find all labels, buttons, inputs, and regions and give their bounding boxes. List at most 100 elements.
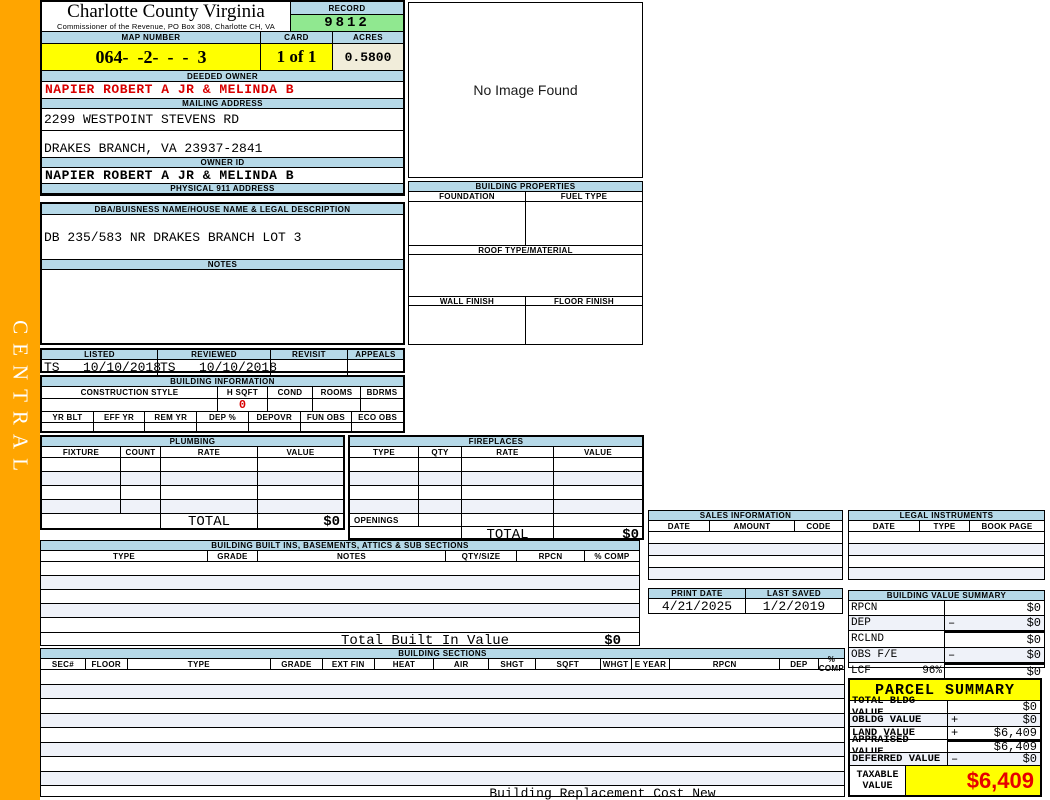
bvs-value: $0 (1026, 616, 1041, 630)
building-sections-row (41, 698, 844, 713)
print-date-label: PRINT DATE (649, 589, 745, 599)
bvs-row-obs: OBS F/E – $0 (849, 648, 1044, 663)
sections-col-extfin: EXT FIN (321, 659, 374, 669)
record-cell: RECORD 9812 (291, 2, 403, 31)
building-properties-panel: BUILDING PROPERTIES FOUNDATION FUEL TYPE… (408, 181, 643, 345)
rooms-value (312, 399, 360, 411)
rem-yr-value (144, 423, 196, 431)
sections-col-shgt: SHGT (488, 659, 535, 669)
fuel-type-value (525, 202, 642, 245)
building-sections-row (41, 727, 844, 742)
plumbing-col-rate: RATE (160, 447, 257, 457)
parcel-value: $0 (1022, 700, 1037, 714)
print-date-value: 4/21/2025 (661, 599, 733, 614)
legal-row (849, 531, 1044, 543)
listed-value: TS 10/10/2018 (44, 360, 162, 375)
fireplaces-col-type: TYPE (372, 447, 396, 457)
sections-col-heat: HEAT (373, 659, 434, 669)
eco-obs-label: ECO OBS (351, 412, 403, 422)
cond-label: COND (267, 387, 312, 398)
construction-style-value (42, 399, 217, 411)
dba-value: DB 235/583 NR DRAKES BRANCH LOT 3 (44, 229, 302, 245)
notes-value (42, 270, 403, 343)
parcel-summary-panel: PARCEL SUMMARY TOTAL BLDG VALUE $0 OBLDG… (848, 678, 1042, 797)
fun-obs-label: FUN OBS (299, 412, 352, 422)
last-saved-value: 1/2/2019 (745, 599, 842, 614)
eff-yr-label: EFF YR (92, 412, 145, 422)
sections-col-comp: % COMP (817, 655, 844, 673)
taxable-label-line2: VALUE (862, 780, 893, 792)
legal-col-date: DATE (872, 521, 896, 531)
fireplaces-row (350, 485, 642, 499)
county-name: Charlotte County Virginia (67, 1, 265, 22)
acres-label: ACRES (332, 31, 403, 44)
parcel-op: – (951, 752, 959, 766)
plumbing-row (42, 457, 343, 471)
region-label: CENTRAL (8, 320, 33, 480)
plumbing-total-label: TOTAL (160, 514, 257, 530)
built-ins-panel: BUILDING BUILT INS, BASEMENTS, ATTICS & … (40, 540, 640, 649)
taxable-label-line1: TAXABLE (856, 769, 899, 781)
map-number-value: 064- -2- - - 3 (42, 44, 260, 70)
sections-col-sqft: SQFT (534, 659, 600, 669)
fireplaces-title: FIREPLACES (350, 437, 642, 447)
floor-finish-label: FLOOR FINISH (525, 297, 642, 306)
fireplaces-row (350, 499, 642, 513)
plumbing-title: PLUMBING (42, 437, 343, 447)
building-information-title: BUILDING INFORMATION (42, 377, 403, 387)
parcel-row-taxable: TAXABLE VALUE $6,409 (850, 766, 1040, 795)
parcel-value: $6,409 (993, 726, 1037, 740)
built-ins-row (41, 561, 639, 575)
legal-col-bookpage: BOOK PAGE (969, 521, 1044, 531)
fireplaces-row (350, 471, 642, 485)
sales-row (649, 555, 842, 567)
sales-information-title: SALES INFORMATION (649, 511, 842, 521)
card-label: CARD (260, 31, 332, 44)
foundation-value (409, 202, 525, 245)
building-sections-row (41, 683, 844, 698)
h-sqft-label: H SQFT (217, 387, 267, 398)
plumbing-row (42, 499, 343, 513)
roof-type-value (409, 255, 642, 296)
parcel-row-deferred: DEFERRED VALUE – $0 (850, 752, 1040, 766)
sales-col-date: DATE (667, 521, 691, 531)
owner-id-value: NAPIER ROBERT A JR & MELINDA B (45, 168, 295, 183)
built-ins-row (41, 603, 639, 617)
deeded-owner-label: DEEDED OWNER (42, 70, 403, 82)
building-properties-title: BUILDING PROPERTIES (409, 182, 642, 192)
rem-yr-label: REM YR (144, 412, 196, 422)
construction-style-label: CONSTRUCTION STYLE (80, 388, 179, 397)
building-sections-panel: BUILDING SECTIONS SEC# FLOOR TYPE GRADE … (40, 648, 845, 800)
plumbing-total-value: $0 (257, 514, 343, 530)
building-information-panel: BUILDING INFORMATION CONSTRUCTION STYLE … (40, 375, 405, 433)
sections-col-air: AIR (433, 659, 488, 669)
plumbing-row (42, 485, 343, 499)
sales-information-panel: SALES INFORMATION DATE AMOUNT CODE (648, 510, 843, 580)
commissioner-line: Commissioner of the Revenue, PO Box 308,… (56, 22, 276, 31)
appeals-value (347, 360, 403, 375)
plumbing-col-value: VALUE (257, 447, 343, 457)
fireplaces-col-qty: QTY (418, 447, 461, 457)
review-panel: LISTED REVIEWED REVISIT APPEALS TS 10/10… (40, 348, 405, 375)
built-ins-row (41, 617, 639, 632)
property-record-card: CENTRAL Charlotte County Virginia Commis… (0, 0, 1050, 800)
appeals-label: APPEALS (347, 350, 403, 360)
yr-blt-label: YR BLT (52, 412, 83, 422)
wall-finish-label: WALL FINISH (439, 296, 495, 306)
depovr-value (247, 423, 300, 431)
building-sections-row (41, 770, 844, 785)
fireplaces-row (350, 457, 642, 471)
mailing-address-line2: DRAKES BRANCH, VA 23937-2841 (44, 141, 263, 156)
identity-panel: Charlotte County Virginia Commissioner o… (40, 0, 405, 196)
legal-row (849, 543, 1044, 555)
bvs-row-rpcn: RPCN $0 (849, 601, 1044, 616)
building-sections-row (41, 741, 844, 756)
plumbing-col-fixture: FIXTURE (62, 447, 100, 457)
plumbing-panel: PLUMBING FIXTURE COUNT RATE VALUE TOTAL … (40, 435, 345, 530)
legal-col-type: TYPE (919, 521, 969, 531)
depovr-label: DEPOVR (247, 412, 300, 422)
roof-type-label: ROOF TYPE/MATERIAL (409, 245, 642, 255)
building-sections-row (41, 669, 844, 684)
parcel-value: $0 (1022, 752, 1037, 766)
built-ins-row (41, 575, 639, 589)
